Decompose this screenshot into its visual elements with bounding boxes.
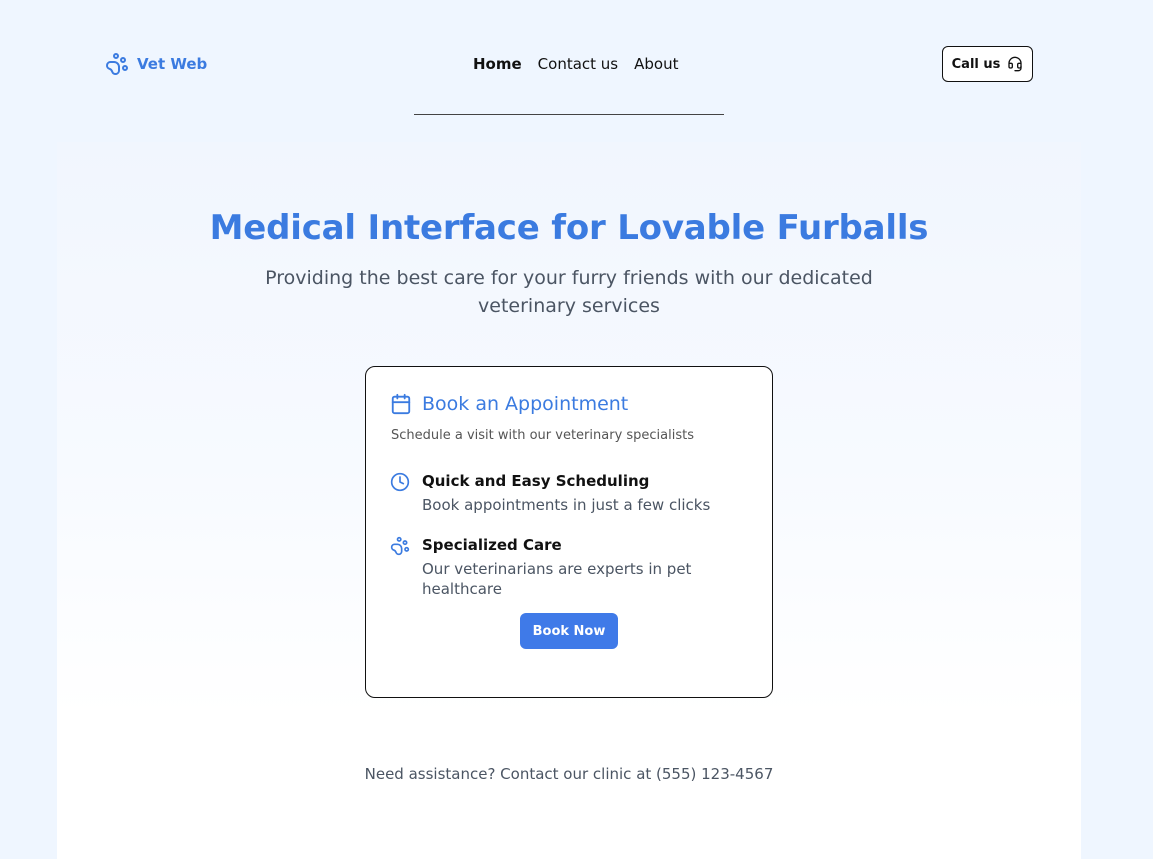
header-divider [414,114,724,115]
book-now-button[interactable]: Book Now [520,613,618,649]
hero-title: Medical Interface for Lovable Furballs [209,208,929,248]
main-nav: Home Contact us About [473,46,678,82]
contact-note: Need assistance? Contact our clinic at (… [364,765,774,783]
feature-title: Quick and Easy Scheduling [422,472,650,490]
feature-text: Our veterinarians are experts in pet hea… [422,560,692,598]
appointment-card: Book an Appointment Schedule a visit wit… [365,366,773,698]
brand-logo-link[interactable]: Vet Web [105,46,207,82]
page: Vet Web Home Contact us About Call us Me… [0,0,1153,859]
card-header: Book an Appointment [390,393,628,415]
clock-icon [390,472,410,492]
hero-subtitle: Providing the best care for your furry f… [265,267,873,317]
card-title: Book an Appointment [422,393,629,415]
nav-item-contact-us[interactable]: Contact us [538,55,618,73]
feature-item-scheduling: Quick and Easy Scheduling Book appointme… [390,471,710,515]
feature-title: Specialized Care [422,536,562,554]
feature-text: Book appointments in just a few clicks [422,496,711,514]
nav-item-about[interactable]: About [634,55,678,73]
paw-icon [106,53,128,75]
site-header: Vet Web Home Contact us About Call us [105,46,1033,82]
main-panel: Medical Interface for Lovable Furballs P… [57,142,1081,859]
feature-item-specialized-care: Specialized Care Our veterinarians are e… [390,535,772,599]
paw-icon [390,536,410,556]
headset-icon [1008,56,1023,72]
card-description: Schedule a visit with our veterinary spe… [391,428,695,443]
nav-item-home[interactable]: Home [473,55,522,73]
calendar-icon [391,393,411,415]
brand-name: Vet Web [137,55,208,73]
call-us-button[interactable]: Call us [942,46,1033,82]
call-us-label: Call us [951,56,1001,72]
